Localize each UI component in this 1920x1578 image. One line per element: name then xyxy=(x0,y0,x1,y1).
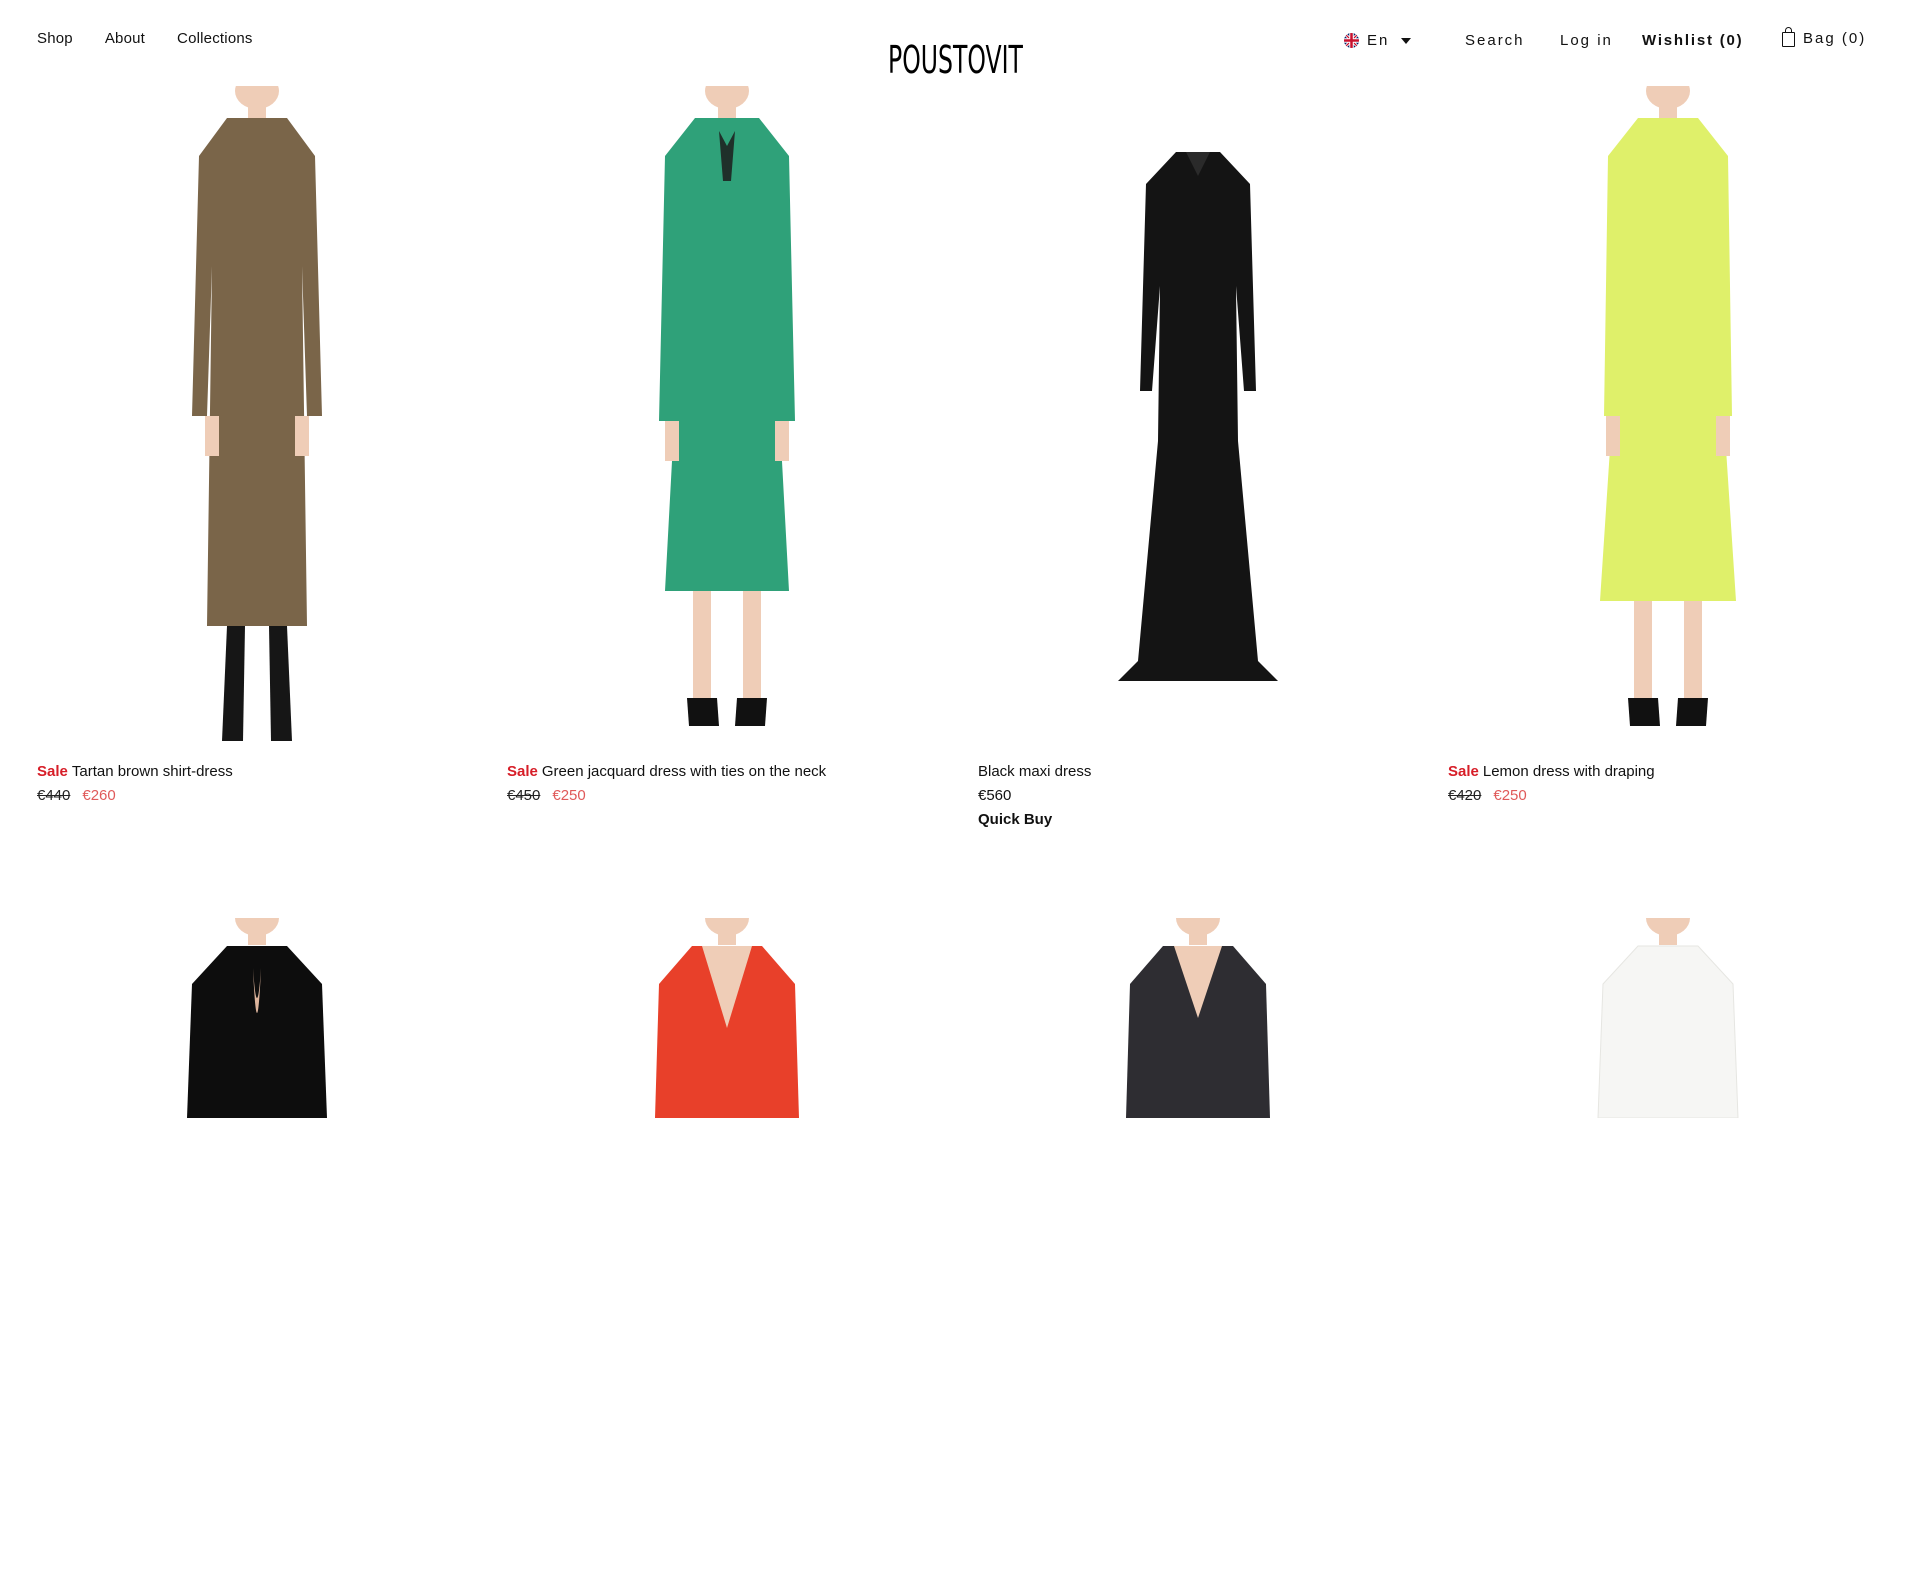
product-image[interactable] xyxy=(1448,918,1888,1578)
product-grid: SaleTartan brown shirt-dress €440€260 xyxy=(0,0,1920,1118)
wishlist-link[interactable]: Wishlist (0) xyxy=(1642,32,1743,49)
original-price: €440 xyxy=(37,787,71,804)
login-link[interactable]: Log in xyxy=(1560,32,1613,49)
sale-label: Sale xyxy=(507,763,538,780)
model-image xyxy=(1126,918,1270,1118)
language-label: En xyxy=(1367,32,1390,49)
product-info: Sale Lemon dress with draping €420 €250 xyxy=(1448,760,1888,808)
main-nav: Shop About Collections xyxy=(37,30,253,47)
product-image[interactable] xyxy=(978,918,1418,1578)
brand-logo[interactable]: POUSTOVIT xyxy=(888,38,1023,82)
language-selector[interactable]: En xyxy=(1344,32,1412,49)
product-image[interactable] xyxy=(507,918,947,1578)
nav-collections[interactable]: Collections xyxy=(177,30,253,47)
model-image xyxy=(187,918,327,1118)
product-image[interactable] xyxy=(37,918,477,1578)
product-info: Sale Green jacquard dress with ties on th… xyxy=(507,760,947,808)
model-image xyxy=(1597,918,1739,1118)
shopping-bag-icon xyxy=(1782,27,1795,47)
bag-link[interactable]: Bag (0) xyxy=(1782,27,1867,47)
nav-about[interactable]: About xyxy=(105,30,145,47)
site-header: Shop About Collections POUSTOVIT En Sear… xyxy=(0,0,1920,86)
model-image xyxy=(659,86,795,726)
sale-label: Sale xyxy=(1448,763,1479,780)
product-image[interactable] xyxy=(37,86,477,746)
original-price: €420 xyxy=(1448,787,1482,804)
chevron-down-icon xyxy=(1401,37,1412,44)
product-name[interactable]: Lemon dress with draping xyxy=(1483,763,1655,780)
original-price: €450 xyxy=(507,787,541,804)
product-image[interactable] xyxy=(978,86,1418,746)
sale-label: Sale xyxy=(37,763,68,780)
search-link[interactable]: Search xyxy=(1465,32,1525,49)
product-info: Black maxi dress €560 Quick Buy xyxy=(978,760,1418,832)
model-image xyxy=(192,86,322,741)
product-name[interactable]: Tartan brown shirt-dress xyxy=(72,763,233,780)
sale-price: €250 xyxy=(1493,787,1527,804)
model-image xyxy=(1600,86,1736,726)
product-name[interactable]: Black maxi dress xyxy=(978,763,1091,780)
model-image xyxy=(1118,152,1278,681)
uk-flag-icon xyxy=(1344,33,1359,48)
bag-label: Bag (0) xyxy=(1803,30,1867,47)
product-name[interactable]: Green jacquard dress with ties on the ne… xyxy=(542,763,826,780)
product-info: Sale Tartan brown shirt-dress €440 €260 xyxy=(37,760,477,808)
product-image[interactable] xyxy=(507,86,947,746)
model-image xyxy=(655,918,799,1118)
sale-price: €260 xyxy=(82,787,116,804)
product-price: €560 xyxy=(978,787,1012,804)
utility-nav: En Search Log in Wishlist (0) Bag (0) xyxy=(1320,27,1920,60)
nav-shop[interactable]: Shop xyxy=(37,30,73,47)
product-image[interactable] xyxy=(1448,86,1888,746)
sale-price: €250 xyxy=(552,787,586,804)
quick-buy-button[interactable]: Quick Buy xyxy=(978,811,1052,828)
